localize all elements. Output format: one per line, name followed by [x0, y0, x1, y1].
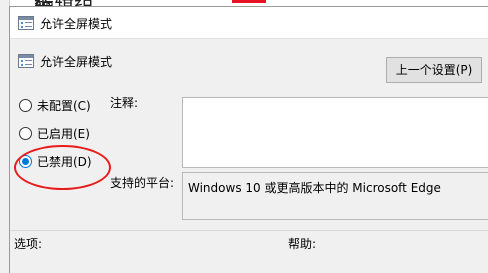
radio-disabled-label: 已禁用(D)	[37, 154, 92, 169]
comment-label: 注释:	[110, 96, 139, 110]
policy-app-icon	[18, 16, 34, 30]
radio-circle-icon[interactable]	[19, 98, 32, 112]
previous-setting-button[interactable]: 上一个设置(P)	[386, 57, 482, 83]
window-title: 允许全屏模式	[40, 17, 113, 31]
policy-setting-dialog: 允许全屏模式 允许全屏模式 上一个设置(P) 未配置(C) 已启用(E) 已禁用…	[9, 6, 488, 273]
policy-header-icon	[18, 54, 34, 68]
radio-disabled[interactable]: 已禁用(D)	[19, 152, 92, 170]
radio-not-configured-label: 未配置(C)	[37, 98, 91, 113]
background-close-accent	[232, 0, 266, 3]
options-label: 选项:	[14, 237, 43, 251]
radio-enabled[interactable]: 已启用(E)	[19, 124, 90, 142]
title-bar: 允许全屏模式	[10, 7, 488, 39]
section-divider	[10, 230, 488, 231]
radio-enabled-label: 已启用(E)	[37, 126, 90, 141]
help-label: 帮助:	[288, 237, 317, 251]
policy-name-heading: 允许全屏模式	[40, 55, 113, 69]
radio-not-configured[interactable]: 未配置(C)	[19, 96, 91, 114]
radio-circle-icon[interactable]	[19, 126, 32, 140]
comment-textbox[interactable]	[182, 97, 488, 168]
supported-on-value: Windows 10 或更高版本中的 Microsoft Edge	[188, 181, 441, 195]
supported-on-box: Windows 10 或更高版本中的 Microsoft Edge	[182, 172, 488, 220]
radio-selected-icon[interactable]	[19, 154, 32, 168]
supported-on-label: 支持的平台:	[110, 176, 175, 190]
